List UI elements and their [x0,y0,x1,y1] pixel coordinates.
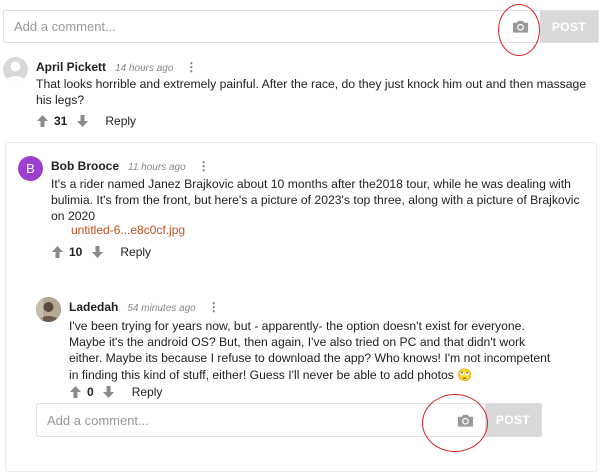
avatar: B [18,156,43,181]
timestamp: 11 hours ago [128,162,186,173]
top-comment-input[interactable] [4,11,500,42]
camera-icon [512,20,528,33]
attachment-link[interactable]: untitled-6...e8c0cf.jpg [71,223,185,237]
reply-button[interactable]: Reply [132,385,163,399]
timestamp: 14 hours ago [115,63,174,74]
default-avatar-icon [6,61,25,82]
vote-count: 31 [54,114,68,128]
author-name[interactable]: Ladedah [69,300,118,314]
timestamp: 54 minutes ago [127,303,196,314]
author-name[interactable]: Bob Brooce [51,159,119,173]
comment-text: I've been trying for years now, but - ap… [69,319,551,382]
comment-text: It's a rider named Janez Brajkovic about… [51,177,580,224]
more-options-icon[interactable]: ⋮ [208,301,220,313]
more-options-icon[interactable]: ⋮ [198,160,210,172]
comment-header: Ladedah 54 minutes ago ⋮ [69,300,220,314]
downvote-icon[interactable] [91,246,103,258]
reply-post-button[interactable]: POST [485,404,541,436]
comment-actions: 31 Reply [36,114,136,128]
downvote-icon[interactable] [103,386,115,398]
avatar [36,297,61,322]
more-options-icon[interactable]: ⋮ [185,61,197,73]
top-post-button[interactable]: POST [540,11,598,42]
vote-count: 10 [69,245,83,259]
comment-header: April Pickett 14 hours ago ⋮ [36,60,197,74]
upvote-icon[interactable] [36,115,48,127]
comment-text: That looks horrible and extremely painfu… [36,77,587,108]
avatar [3,57,28,82]
user-photo-icon [36,297,61,322]
avatar-letter: B [26,161,35,176]
reply-comment-box: POST [36,403,542,437]
top-camera-button[interactable] [500,11,540,42]
reply-button[interactable]: Reply [105,114,136,128]
comment-header: Bob Brooce 11 hours ago ⋮ [51,159,210,173]
upvote-icon[interactable] [51,246,63,258]
downvote-icon[interactable] [76,115,88,127]
reply-button[interactable]: Reply [120,245,151,259]
reply-camera-button[interactable] [445,404,485,436]
camera-icon [457,414,473,427]
comment-actions: 0 Reply [69,385,162,399]
author-name[interactable]: April Pickett [36,60,106,74]
comment-actions: 10 Reply [51,245,151,259]
upvote-icon[interactable] [69,386,81,398]
top-comment-box: POST [3,10,599,43]
reply-comment-input[interactable] [37,404,445,436]
vote-count: 0 [87,385,94,399]
